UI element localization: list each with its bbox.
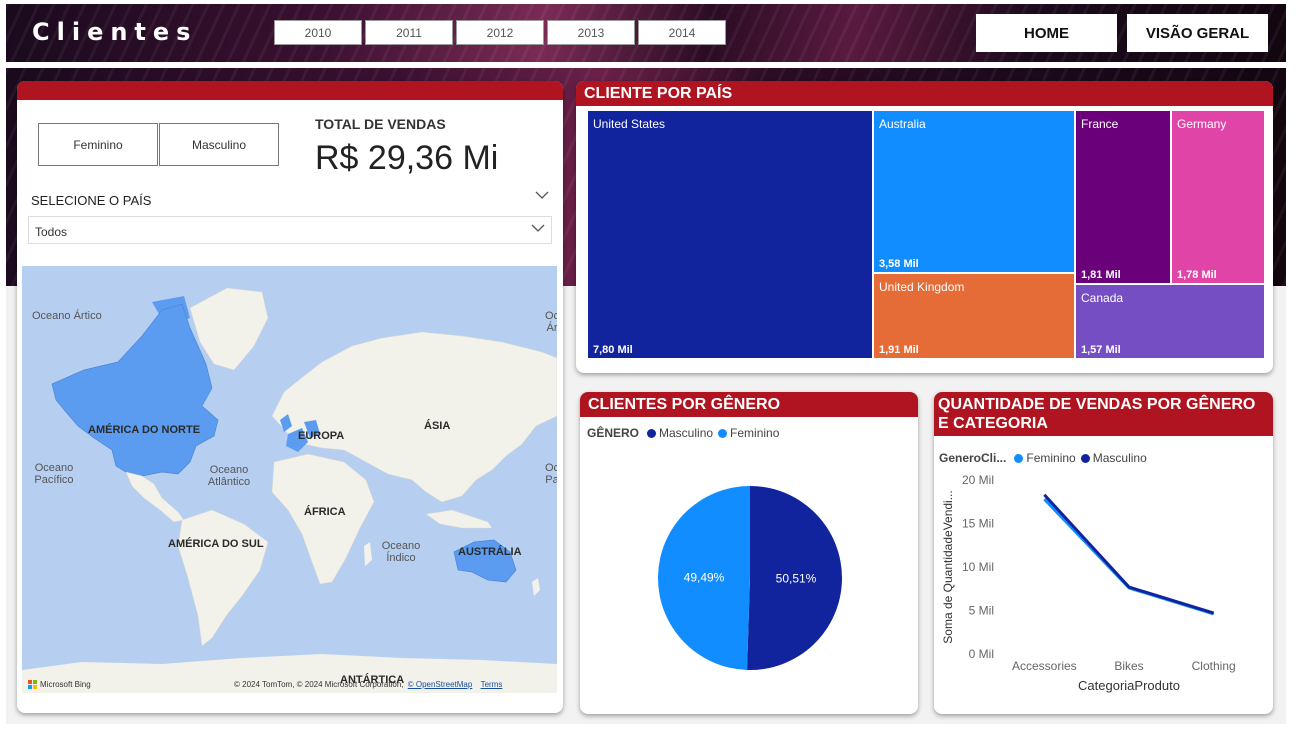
gender-pie-card: CLIENTES POR GÊNERO GÊNERO Masculino Fem… bbox=[580, 392, 918, 714]
world-map[interactable]: Oceano Ártico Oc Ár AMÉRICA DO NORTE EUR… bbox=[22, 266, 557, 693]
tile-canada[interactable]: Canada 1,57 Mil bbox=[1075, 284, 1265, 359]
gender-button-masculino[interactable]: Masculino bbox=[159, 123, 279, 166]
pie-chart[interactable]: 50,51% 49,49% bbox=[580, 444, 918, 714]
pie-data-label: 50,51% bbox=[776, 572, 817, 586]
line-legend-title: GeneroCli... bbox=[939, 451, 1007, 465]
map-label-ocean-arctic: Oceano Ártico bbox=[32, 310, 102, 322]
legend-dot-icon bbox=[1080, 453, 1090, 463]
tile-name: United Kingdom bbox=[879, 280, 965, 294]
map-label-australia: AUSTRÁLIA bbox=[458, 546, 522, 558]
year-button-2013[interactable]: 2013 bbox=[547, 20, 635, 45]
line-legend: GeneroCli... Feminino Masculino bbox=[939, 451, 1147, 465]
filters-map-card: Feminino Masculino TOTAL DE VENDAS R$ 29… bbox=[17, 81, 563, 713]
map-label-ocean-indian: Oceano Índico bbox=[381, 540, 421, 564]
tile-value: 1,57 Mil bbox=[1081, 344, 1121, 356]
y-tick-label: 15 Mil bbox=[962, 517, 994, 531]
tile-united-kingdom[interactable]: United Kingdom 1,91 Mil bbox=[873, 273, 1075, 359]
x-tick-label: Accessories bbox=[1012, 659, 1077, 673]
y-tick-label: 20 Mil bbox=[962, 473, 994, 487]
tile-name: United States bbox=[593, 117, 666, 131]
tile-value: 1,91 Mil bbox=[879, 344, 919, 356]
bing-brand-text: Microsoft Bing bbox=[40, 680, 91, 689]
map-copyright: © 2024 TomTom, © 2024 Microsoft Corporat… bbox=[234, 680, 404, 689]
line-series-feminino[interactable] bbox=[1043, 498, 1215, 616]
tile-value: 1,81 Mil bbox=[1081, 269, 1121, 281]
tile-name: France bbox=[1081, 117, 1119, 131]
map-label-ocean-atlantic: Oceano Atlântico bbox=[207, 464, 251, 488]
tile-united-states[interactable]: United States 7,80 Mil bbox=[587, 110, 873, 359]
tile-name: Germany bbox=[1177, 117, 1227, 131]
map-terms-link[interactable]: Terms bbox=[481, 680, 503, 689]
gender-button-feminino[interactable]: Feminino bbox=[38, 123, 158, 166]
year-slicer: 2010 2011 2012 2013 2014 bbox=[274, 20, 729, 45]
collapse-chevron-icon[interactable] bbox=[535, 189, 549, 204]
x-tick-label: Clothing bbox=[1192, 659, 1236, 673]
openstreetmap-link[interactable]: © OpenStreetMap bbox=[408, 680, 473, 689]
microsoft-logo-icon bbox=[28, 680, 37, 689]
tile-value: 1,78 Mil bbox=[1177, 269, 1217, 281]
y-tick-label: 5 Mil bbox=[969, 604, 994, 618]
map-attribution: © 2024 TomTom, © 2024 Microsoft Corporat… bbox=[234, 680, 502, 689]
map-label-north-america: AMÉRICA DO NORTE bbox=[88, 424, 201, 436]
sales-line-card: QUANTIDADE DE VENDAS POR GÊNERO E CATEGO… bbox=[934, 392, 1273, 714]
visao-geral-button[interactable]: VISÃO GERAL bbox=[1127, 14, 1268, 52]
tile-germany[interactable]: Germany 1,78 Mil bbox=[1171, 110, 1265, 284]
y-tick-label: 10 Mil bbox=[962, 560, 994, 574]
pie-legend-masculino[interactable]: Masculino bbox=[659, 426, 713, 440]
page-title: Clientes bbox=[32, 18, 198, 46]
tile-australia[interactable]: Australia 3,58 Mil bbox=[873, 110, 1075, 273]
tile-name: Australia bbox=[879, 117, 926, 131]
line-title: QUANTIDADE DE VENDAS POR GÊNERO E CATEGO… bbox=[934, 392, 1273, 436]
card-header-strip bbox=[17, 81, 563, 100]
tile-name: Canada bbox=[1081, 291, 1124, 305]
map-label-ocean-pacific: Oceano Pacífico bbox=[34, 462, 74, 486]
year-button-2011[interactable]: 2011 bbox=[365, 20, 453, 45]
treemap-card: CLIENTE POR PAÍS United States 7,80 Mil … bbox=[576, 81, 1273, 373]
x-axis-title: CategoriaProduto bbox=[1078, 678, 1180, 693]
treemap-title: CLIENTE POR PAÍS bbox=[576, 81, 1273, 106]
map-label-south-america: AMÉRICA DO SUL bbox=[168, 538, 264, 550]
country-dropdown[interactable]: Todos bbox=[28, 216, 552, 244]
legend-dot-icon bbox=[1014, 453, 1024, 463]
line-legend-masculino[interactable]: Masculino bbox=[1093, 451, 1147, 465]
tile-value: 3,58 Mil bbox=[879, 258, 919, 270]
country-filter-label: SELECIONE O PAÍS bbox=[31, 193, 152, 208]
header-banner: Clientes 2010 2011 2012 2013 2014 HOME V… bbox=[6, 4, 1286, 62]
chevron-down-icon bbox=[531, 221, 545, 236]
map-landmasses bbox=[22, 287, 557, 693]
map-label-europe: EUROPA bbox=[298, 430, 345, 442]
home-button[interactable]: HOME bbox=[976, 14, 1117, 52]
x-tick-label: Bikes bbox=[1114, 659, 1143, 673]
map-label-africa: ÁFRICA bbox=[304, 506, 346, 518]
map-label-ocean-pacific-right: Oc Pa bbox=[544, 462, 557, 486]
year-button-2012[interactable]: 2012 bbox=[456, 20, 544, 45]
pie-legend-feminino[interactable]: Feminino bbox=[730, 426, 779, 440]
pie-data-label: 49,49% bbox=[684, 570, 725, 584]
country-dropdown-value: Todos bbox=[35, 225, 68, 239]
pie-legend: GÊNERO Masculino Feminino bbox=[587, 426, 779, 440]
legend-dot-icon bbox=[647, 428, 657, 438]
line-chart[interactable]: 20 Mil 15 Mil 10 Mil 5 Mil 0 Mil Accessories B… bbox=[934, 468, 1273, 714]
year-button-2010[interactable]: 2010 bbox=[274, 20, 362, 45]
map-label-asia: ÁSIA bbox=[424, 420, 451, 432]
y-tick-label: 0 Mil bbox=[969, 647, 994, 661]
map-label-ocean-arctic-right: Oc Ár bbox=[544, 310, 557, 334]
legend-dot-icon bbox=[718, 428, 728, 438]
line-series-masculino[interactable] bbox=[1043, 493, 1215, 615]
line-legend-feminino[interactable]: Feminino bbox=[1026, 451, 1075, 465]
pie-title: CLIENTES POR GÊNERO bbox=[580, 392, 918, 417]
kpi-value: R$ 29,36 Mi bbox=[315, 139, 499, 177]
tile-france[interactable]: France 1,81 Mil bbox=[1075, 110, 1171, 284]
pie-legend-title: GÊNERO bbox=[587, 426, 640, 440]
bing-logo: Microsoft Bing bbox=[28, 680, 91, 689]
kpi-label: TOTAL DE VENDAS bbox=[315, 116, 446, 132]
y-axis-title: Soma de QuantidadeVendi... bbox=[941, 490, 955, 643]
tile-value: 7,80 Mil bbox=[593, 344, 633, 356]
year-button-2014[interactable]: 2014 bbox=[638, 20, 726, 45]
treemap-chart: United States 7,80 Mil Australia 3,58 Mi… bbox=[587, 110, 1265, 359]
